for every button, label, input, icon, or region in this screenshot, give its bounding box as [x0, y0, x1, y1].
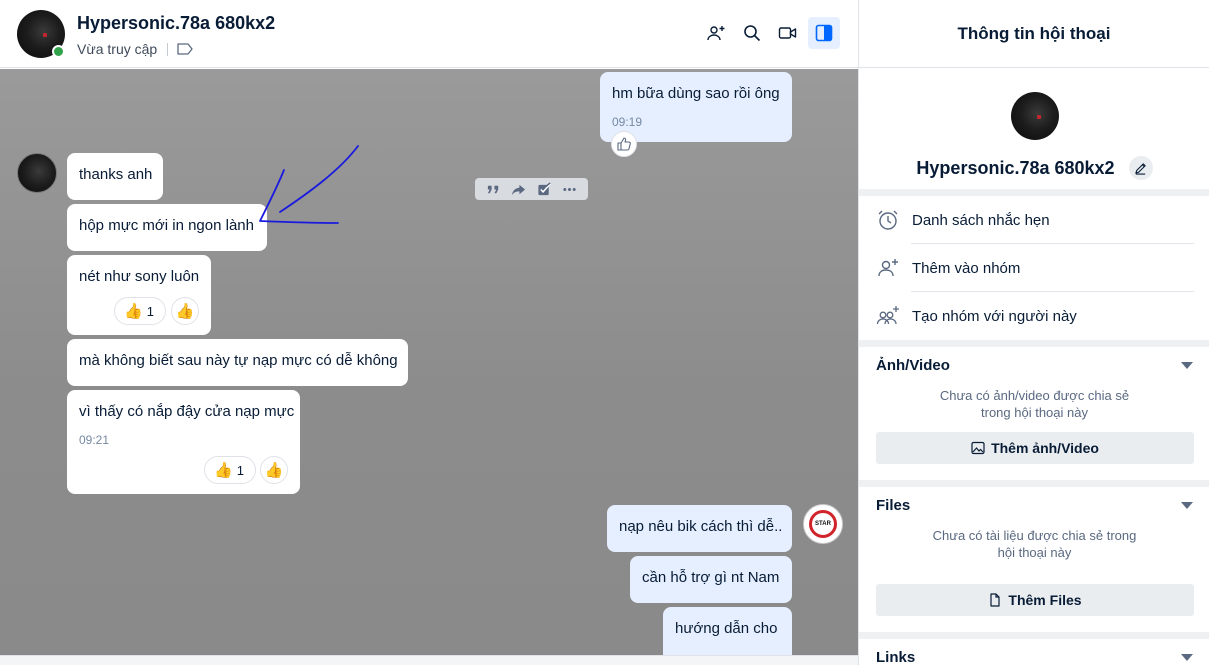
add-files-button[interactable]: Thêm Files — [876, 584, 1194, 616]
message-text: hm bữa dùng sao rồi ông — [612, 85, 780, 102]
contact-message[interactable]: hộp mực mới in ngon lành — [67, 204, 267, 251]
profile-avatar[interactable] — [1010, 92, 1059, 140]
button-label: Thêm Files — [1008, 592, 1082, 608]
video-call-button[interactable] — [772, 17, 804, 49]
contact-name[interactable]: Hypersonic.78a 680kx2 — [77, 13, 275, 34]
my-avatar[interactable]: STAR — [803, 504, 843, 544]
option-label: Tạo nhóm với người này — [912, 307, 1077, 325]
my-message[interactable]: cần hỗ trợ gì nt Nam — [630, 556, 792, 603]
add-to-group-item[interactable]: Thêm vào nhóm — [859, 244, 1209, 292]
create-task-icon[interactable] — [537, 181, 552, 197]
message-text: thanks anh — [79, 166, 153, 183]
file-icon — [990, 593, 1001, 607]
links-section-header[interactable]: Links — [876, 649, 1193, 665]
toggle-info-panel-icon — [815, 24, 833, 42]
chevron-down-icon[interactable] — [1181, 362, 1193, 369]
message-list[interactable]: hm bữa dùng sao rồi ông 09:19 thanks anh… — [0, 69, 858, 655]
brand-logo: STAR — [809, 510, 837, 538]
my-message[interactable]: nạp nêu bik cách thì dễ.. — [607, 505, 792, 552]
profile-name-row: Hypersonic.78a 680kx2 — [859, 156, 1209, 180]
thumbs-up-emoji-icon: 👍 — [264, 461, 284, 479]
more-options-icon[interactable] — [562, 182, 577, 197]
files-section-header[interactable]: Files — [876, 497, 1193, 514]
sender-avatar[interactable] — [17, 153, 57, 193]
section-divider — [859, 480, 1209, 487]
reaction-summary[interactable]: 👍 1 — [204, 456, 256, 484]
add-to-group-icon — [707, 26, 725, 41]
profile-section: Hypersonic.78a 680kx2 — [859, 92, 1209, 180]
edit-name-button[interactable] — [1128, 156, 1153, 180]
contact-status: Vừa truy cập — [77, 41, 193, 57]
section-divider — [859, 632, 1209, 639]
add-media-button[interactable]: Thêm ảnh/Video — [876, 432, 1194, 464]
section-title: Links — [876, 649, 916, 665]
message-time: 09:21 — [79, 433, 110, 447]
chevron-down-icon[interactable] — [1181, 502, 1193, 509]
message-text: hướng dẫn cho — [675, 620, 778, 637]
thumbs-up-emoji-icon: 👍 — [124, 302, 143, 320]
reminder-list-item[interactable]: Danh sách nhắc hẹn — [859, 196, 1209, 244]
empty-line: Chưa có tài liệu được chia sẻ trong — [932, 528, 1137, 543]
alarm-clock-icon — [878, 210, 898, 230]
media-empty-text: Chưa có ảnh/video được chia sẻ trong hội… — [859, 387, 1209, 421]
quote-icon[interactable] — [486, 182, 501, 197]
button-label: Thêm ảnh/Video — [991, 440, 1099, 456]
search-button[interactable] — [736, 17, 768, 49]
divider — [167, 42, 169, 56]
create-group-item[interactable]: Tạo nhóm với người này — [859, 292, 1209, 340]
react-button[interactable] — [611, 131, 637, 157]
empty-line: Chưa có ảnh/video được chia sẻ — [939, 388, 1130, 403]
message-time: 09:19 — [612, 115, 643, 129]
create-group-icon — [876, 306, 899, 325]
my-message[interactable]: hướng dẫn cho — [663, 607, 792, 655]
pencil-icon — [1135, 162, 1146, 175]
online-status-dot — [52, 45, 65, 58]
option-label: Thêm vào nhóm — [912, 259, 1021, 277]
conversation-info-panel: Thông tin hội thoại Hypersonic.78a 680kx… — [858, 0, 1209, 665]
files-empty-text: Chưa có tài liệu được chia sẻ trong hội … — [859, 527, 1209, 561]
add-to-group-button[interactable] — [700, 17, 732, 49]
chat-header: Hypersonic.78a 680kx2 Vừa truy cập — [0, 0, 858, 68]
message-action-bar — [475, 178, 588, 200]
contact-avatar[interactable] — [17, 10, 65, 58]
reaction-count: 1 — [146, 303, 154, 319]
profile-name: Hypersonic.78a 680kx2 — [916, 157, 1115, 178]
section-divider — [859, 340, 1209, 347]
message-text: vì thấy có nắp đậy cửa nạp mực — [79, 403, 295, 420]
section-title: Files — [876, 497, 911, 514]
forward-icon[interactable] — [511, 182, 526, 197]
section-divider — [859, 189, 1209, 196]
message-text: nét như sony luôn — [79, 268, 200, 285]
search-icon — [744, 25, 761, 42]
react-button[interactable]: 👍 — [171, 297, 199, 325]
option-label: Danh sách nhắc hẹn — [912, 211, 1050, 229]
contact-message[interactable]: mà không biết sau này tự nạp mực có dễ k… — [67, 339, 408, 386]
panel-title: Thông tin hội thoại — [859, 0, 1209, 68]
image-icon — [971, 441, 985, 455]
contact-message[interactable]: thanks anh — [67, 153, 163, 200]
tag-icon[interactable] — [177, 43, 193, 55]
chat-footer — [0, 655, 858, 665]
thumbs-up-outline-icon — [617, 137, 631, 151]
section-title: Ảnh/Video — [876, 357, 950, 374]
message-text: nạp nêu bik cách thì dễ.. — [619, 518, 783, 535]
media-section-header[interactable]: Ảnh/Video — [876, 357, 1193, 374]
message-text: hộp mực mới in ngon lành — [79, 217, 254, 234]
message-text: cần hỗ trợ gì nt Nam — [642, 569, 780, 586]
reaction-count: 1 — [236, 462, 244, 478]
empty-line: trong hội thoại này — [981, 405, 1088, 420]
react-button[interactable]: 👍 — [260, 456, 288, 484]
thumbs-up-emoji-icon: 👍 — [214, 461, 233, 479]
reaction-summary[interactable]: 👍 1 — [114, 297, 166, 325]
thumbs-up-emoji-icon: 👍 — [175, 302, 195, 320]
add-user-icon — [878, 259, 898, 277]
toggle-info-panel-button[interactable] — [808, 17, 840, 49]
empty-line: hội thoại này — [997, 545, 1072, 560]
message-text: mà không biết sau này tự nạp mực có dễ k… — [79, 352, 398, 369]
chevron-down-icon[interactable] — [1181, 654, 1193, 661]
header-actions — [700, 17, 840, 49]
last-active-text: Vừa truy cập — [77, 41, 158, 57]
video-call-icon — [778, 27, 797, 39]
